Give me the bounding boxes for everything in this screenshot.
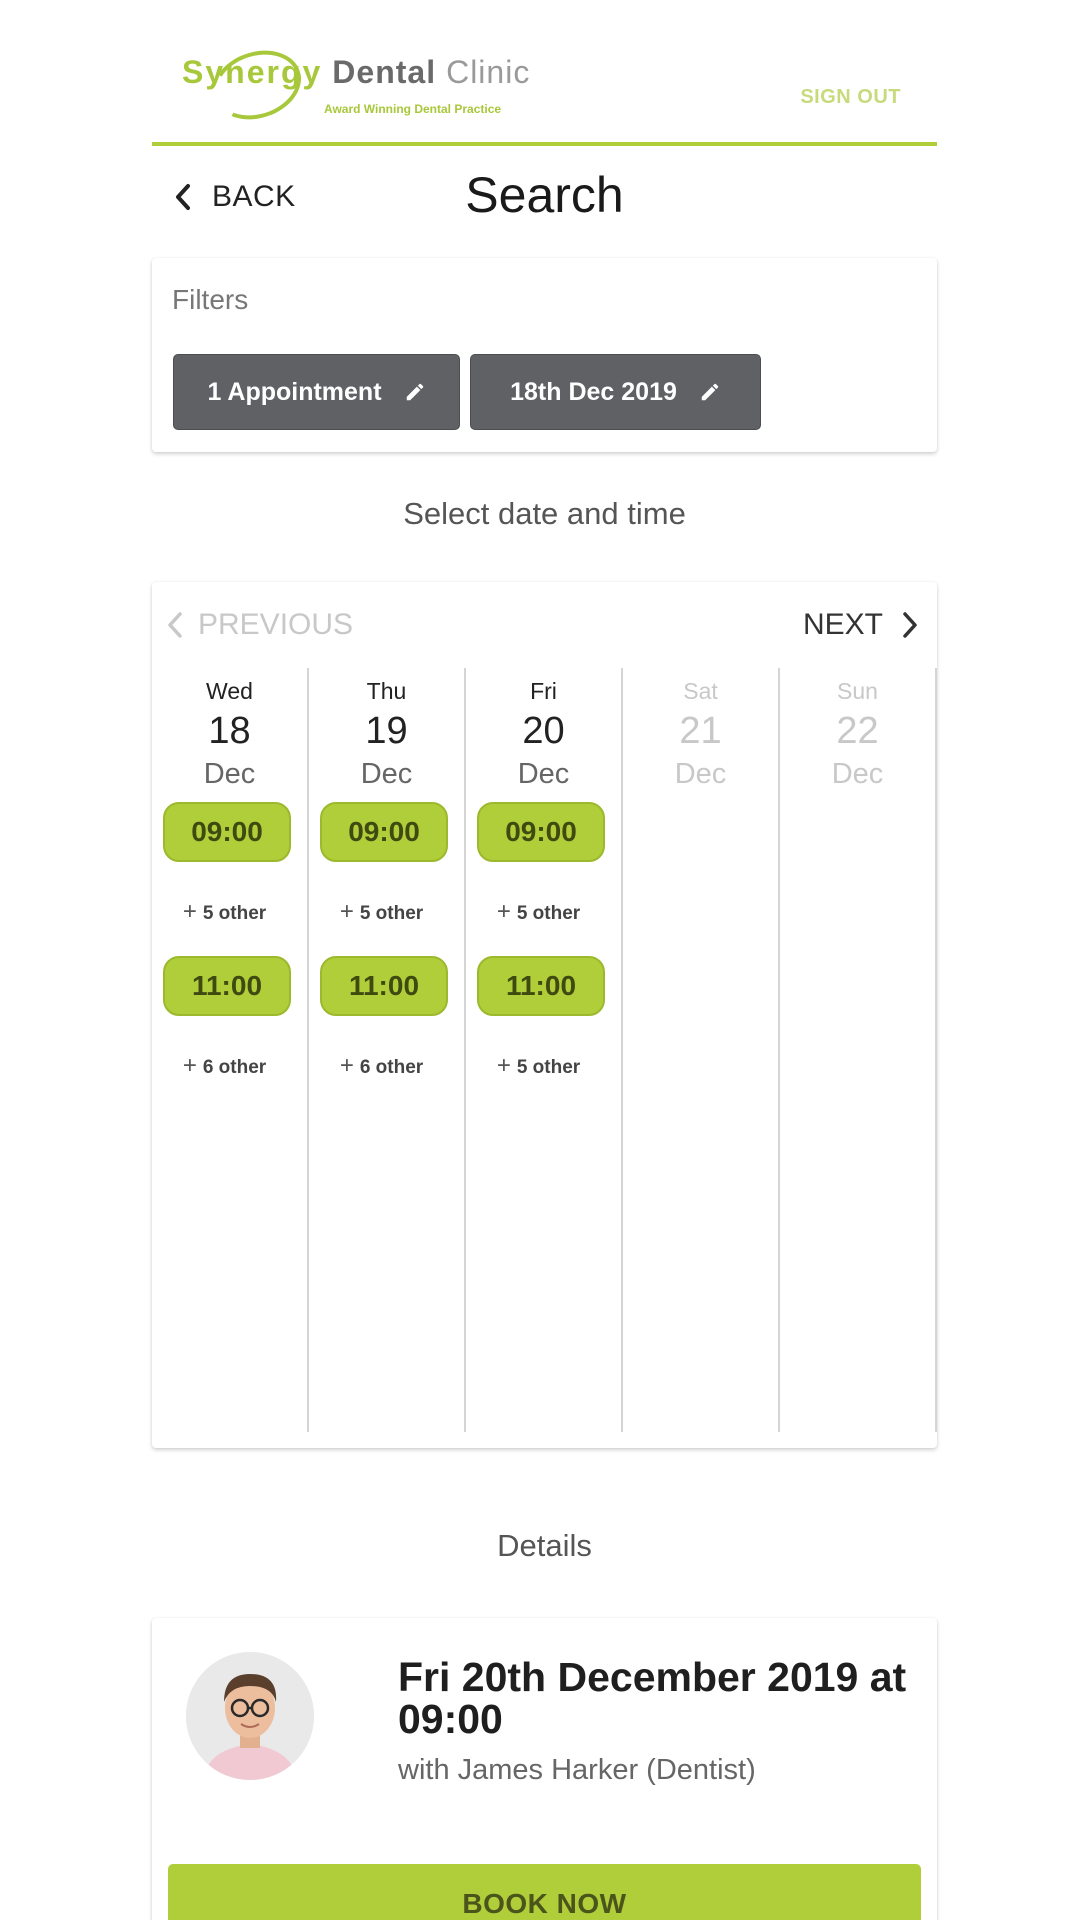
day-column-sun: Sun 22 Dec <box>780 668 937 1432</box>
next-label: NEXT <box>802 608 883 641</box>
logo-word-synergy: Synergy <box>182 54 323 90</box>
day-month: Dec <box>517 758 570 790</box>
plus-icon: + <box>496 1052 511 1079</box>
day-column-thu: Thu 19 Dec 09:00 +5 other 11:00 +6 other <box>309 668 466 1432</box>
day-column-sat: Sat 21 Dec <box>623 668 780 1432</box>
plus-icon: + <box>496 898 511 925</box>
appointment-filter-chip[interactable]: 1 Appointment <box>173 354 460 430</box>
chip-label: 18th Dec 2019 <box>510 377 677 406</box>
previous-label: PREVIOUS <box>198 608 354 641</box>
day-name: Wed <box>206 678 253 704</box>
day-number: 20 <box>522 710 565 752</box>
calendar-card: PREVIOUS NEXT Wed 18 Dec 09:00 +5 other … <box>152 582 937 1448</box>
more-slots-link[interactable]: +5 other <box>152 898 297 926</box>
logo-word-clinic: Clinic <box>446 54 531 90</box>
title-bar: BACK Search <box>152 150 937 250</box>
details-heading: Details <box>497 1528 592 1563</box>
logo-word-dental: Dental <box>332 54 437 90</box>
pencil-icon <box>406 383 423 401</box>
page: Synergy Dental Clinic Award Winning Dent… <box>0 0 1080 1920</box>
select-date-time-heading: Select date and time <box>403 496 686 531</box>
chevron-left-icon <box>168 612 182 638</box>
plus-icon: + <box>182 898 197 925</box>
person-photo-icon <box>186 1652 314 1780</box>
day-name: Sat <box>683 678 718 704</box>
day-column-wed: Wed 18 Dec 09:00 +5 other 11:00 +6 other <box>152 668 309 1432</box>
plus-icon: + <box>182 1052 197 1079</box>
chip-label: 1 Appointment <box>207 377 382 406</box>
more-slots-link[interactable]: +6 other <box>152 1052 297 1080</box>
day-number: 18 <box>208 710 251 752</box>
previous-week-button[interactable]: PREVIOUS <box>166 608 353 642</box>
chevron-right-icon <box>903 612 917 638</box>
plus-icon: + <box>339 898 354 925</box>
more-slots-link[interactable]: +5 other <box>466 1052 611 1080</box>
next-week-button[interactable]: NEXT <box>803 608 919 642</box>
page-title: Search <box>465 167 624 223</box>
sign-out-link[interactable]: SIGN OUT <box>800 86 901 109</box>
filters-label: Filters <box>172 284 249 315</box>
logo-tagline: Award Winning Dental Practice <box>324 102 502 116</box>
day-month: Dec <box>831 758 884 790</box>
filters-card: Filters 1 Appointment 18th Dec 2019 <box>152 258 937 452</box>
day-column-fri: Fri 20 Dec 09:00 +5 other 11:00 +5 other <box>466 668 623 1432</box>
plus-icon: + <box>339 1052 354 1079</box>
day-name: Sun <box>837 678 878 704</box>
time-slot-button[interactable]: 09:00 <box>477 802 605 862</box>
time-slot-button[interactable]: 11:00 <box>320 956 448 1016</box>
time-slot-button[interactable]: 11:00 <box>477 956 605 1016</box>
more-slots-link[interactable]: +6 other <box>309 1052 454 1080</box>
day-name: Thu <box>366 678 407 704</box>
day-number: 21 <box>679 710 722 752</box>
day-columns: Wed 18 Dec 09:00 +5 other 11:00 +6 other… <box>152 668 937 1432</box>
day-number: 19 <box>365 710 408 752</box>
more-slots-link[interactable]: +5 other <box>466 898 611 926</box>
time-slot-button[interactable]: 11:00 <box>163 956 291 1016</box>
pencil-icon <box>701 383 719 401</box>
day-name: Fri <box>530 678 557 704</box>
dentist-name: with James Harker (Dentist) <box>398 1754 756 1786</box>
time-slot-button[interactable]: 09:00 <box>163 802 291 862</box>
time-slot-button[interactable]: 09:00 <box>320 802 448 862</box>
app-header: Synergy Dental Clinic Award Winning Dent… <box>152 0 937 146</box>
date-filter-chip[interactable]: 18th Dec 2019 <box>470 354 761 430</box>
day-month: Dec <box>203 758 256 790</box>
day-month: Dec <box>360 758 413 790</box>
day-number: 22 <box>836 710 879 752</box>
dentist-avatar <box>186 1652 314 1780</box>
details-card: Fri 20th December 2019 at 09:00 with Jam… <box>152 1618 937 1920</box>
more-slots-link[interactable]: +5 other <box>309 898 454 926</box>
clinic-logo[interactable]: Synergy Dental Clinic Award Winning Dent… <box>182 39 531 131</box>
day-month: Dec <box>674 758 727 790</box>
appointment-datetime: Fri 20th December 2019 at 09:00 <box>398 1654 907 1742</box>
book-now-button[interactable]: BOOK NOW <box>168 1864 921 1920</box>
